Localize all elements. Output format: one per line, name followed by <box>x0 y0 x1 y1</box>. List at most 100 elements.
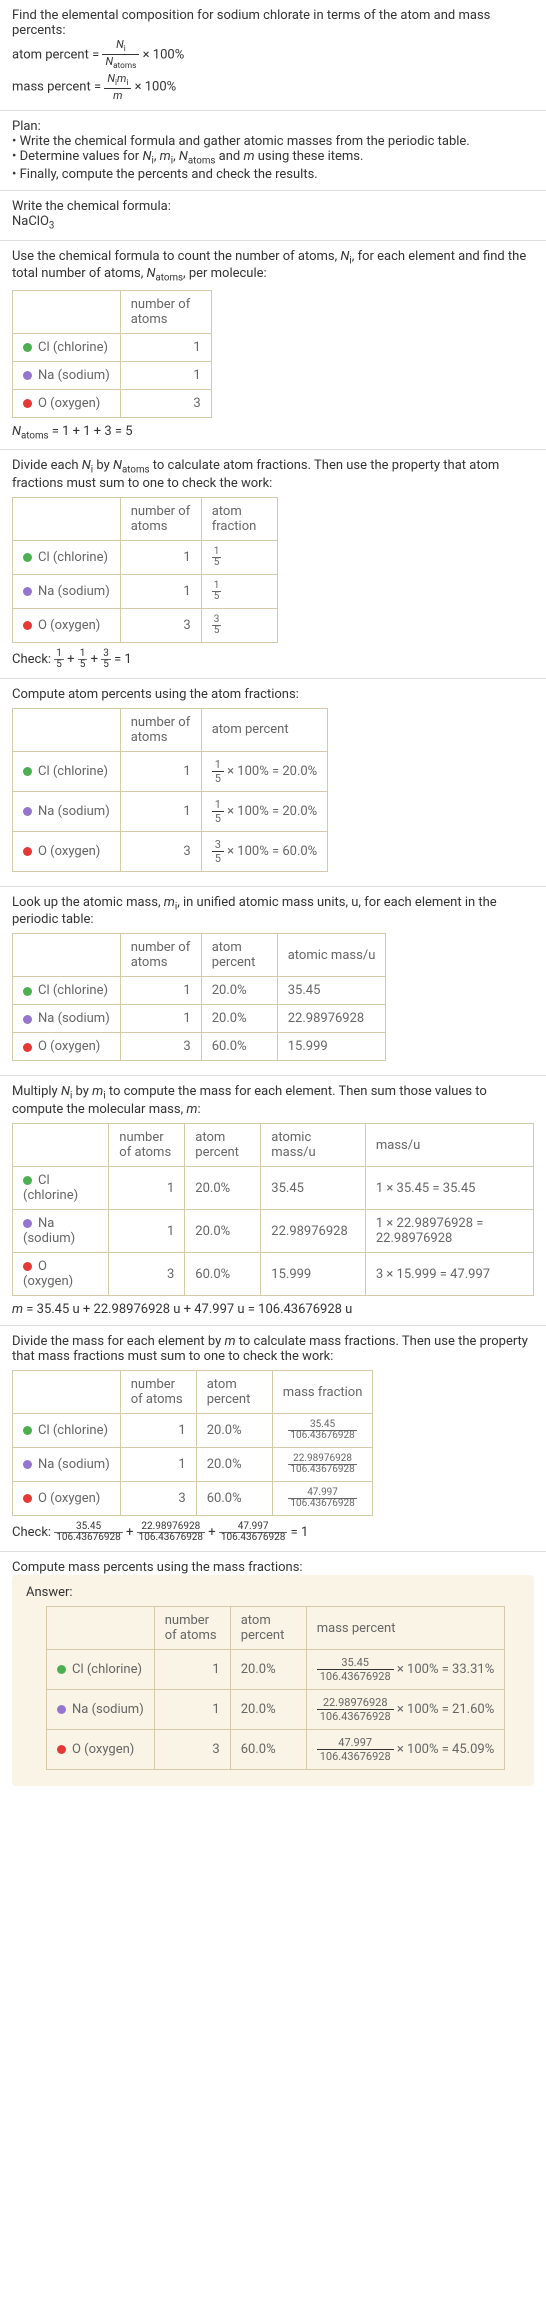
element-label: Na (sodium) <box>38 1457 110 1472</box>
cell: 35.45 <box>277 977 386 1005</box>
cell: 3 <box>120 831 201 871</box>
intro-text: Find the elemental composition for sodiu… <box>12 8 534 38</box>
element-label: O (oxygen) <box>72 1742 134 1757</box>
table-header <box>47 1607 155 1650</box>
element-dot-icon <box>23 399 32 408</box>
atom-percent-formula: atom percent = Ni Natoms × 100% <box>12 38 534 72</box>
table-row: Na (sodium)1 <box>13 361 212 389</box>
element-label: Na (sodium) <box>38 804 110 819</box>
molecular-mass-table: number of atomsatom percentatomic mass/u… <box>12 1123 534 1296</box>
element-label: Cl (chlorine) <box>38 764 108 779</box>
element-label: Na (sodium) <box>72 1702 144 1717</box>
element-label: O (oxygen) <box>38 618 100 633</box>
element-dot-icon <box>23 343 32 352</box>
cell: 15 <box>201 574 277 608</box>
cell: 60.0% <box>201 1033 277 1061</box>
table-header <box>13 708 121 751</box>
table-header: atom percent <box>201 934 277 977</box>
cell: 15 × 100% = 20.0% <box>201 791 327 831</box>
cell: 1 <box>154 1690 230 1730</box>
count-atoms-section: Use the chemical formula to count the nu… <box>0 241 546 451</box>
cell: 1 <box>154 1650 230 1690</box>
answer-box: Answer: number of atomsatom percentmass … <box>12 1575 534 1786</box>
cell: 1 <box>120 1005 201 1033</box>
cell: 22.98976928 <box>261 1210 366 1253</box>
table-row: Cl (chlorine) 1 <box>13 333 212 361</box>
cell: 60.0% <box>230 1730 306 1770</box>
cell: 1 <box>120 751 201 791</box>
count-atoms-title: Use the chemical formula to count the nu… <box>12 249 534 284</box>
plan-section: Plan: • Write the chemical formula and g… <box>0 111 546 191</box>
table-header: number of atoms <box>154 1607 230 1650</box>
cell: 1 <box>120 791 201 831</box>
cell: 1 <box>109 1167 185 1210</box>
table-row: Cl (chlorine)120.0%35.45 <box>13 977 386 1005</box>
table-header: number of atoms <box>120 708 201 751</box>
cell: 15 × 100% = 20.0% <box>201 751 327 791</box>
table-header: atom fraction <box>201 497 277 540</box>
cell: 1 <box>109 1210 185 1253</box>
element-dot-icon <box>23 1426 32 1435</box>
element-label: Cl (chlorine) <box>72 1662 142 1677</box>
atomic-mass-title: Look up the atomic mass, mi, in unified … <box>12 895 534 928</box>
table-row: O (oxygen)335 × 100% = 60.0% <box>13 831 328 871</box>
atom-percent-rhs: × 100% <box>143 47 185 62</box>
table-row: O (oxygen)360.0%47.997106.43676928 <box>13 1482 373 1516</box>
element-label: Na (sodium) <box>38 584 110 599</box>
element-dot-icon <box>23 847 32 856</box>
table-row: O (oxygen)3 <box>13 389 212 417</box>
table-row: Cl (chlorine)120.0%35.45106.43676928 <box>13 1414 373 1448</box>
table-row: Na (sodium) 115 × 100% = 20.0% <box>13 791 328 831</box>
atom-percents-table: number of atomsatom percent Cl (chlorine… <box>12 708 328 872</box>
cell: 22.98976928 <box>277 1005 386 1033</box>
element-dot-icon <box>23 1494 32 1503</box>
cell: 20.0% <box>230 1650 306 1690</box>
atom-percents-section: Compute atom percents using the atom fra… <box>0 679 546 887</box>
cell: 15.999 <box>261 1253 366 1296</box>
cell: 47.997106.43676928 <box>272 1482 373 1516</box>
cell: 22.98976928106.43676928 <box>272 1448 373 1482</box>
element-dot-icon <box>23 767 32 776</box>
atom-fractions-title: Divide each Ni by Natoms to calculate at… <box>12 458 534 491</box>
element-label: Cl (chlorine) <box>38 340 108 355</box>
table-header: number of atoms <box>120 497 201 540</box>
element-dot-icon <box>23 1176 32 1185</box>
table-header <box>13 1371 121 1414</box>
cell: 1 <box>120 1448 196 1482</box>
cell: 1 <box>120 333 211 361</box>
table-header: mass percent <box>306 1607 505 1650</box>
element-label: Na (sodium) <box>38 1011 110 1026</box>
cell: 20.0% <box>185 1167 261 1210</box>
table-header: atomic mass/u <box>277 934 386 977</box>
table-header <box>13 497 121 540</box>
element-dot-icon <box>23 553 32 562</box>
mass-percent-formula: mass percent = Nimi m × 100% <box>12 72 534 102</box>
table-header: number of atoms <box>120 934 201 977</box>
element-dot-icon <box>23 987 32 996</box>
cell: 1 × 35.45 = 35.45 <box>365 1167 533 1210</box>
table-header: atom percent <box>185 1124 261 1167</box>
table-header: mass/u <box>365 1124 533 1167</box>
fraction-icon: Ni Natoms <box>102 38 139 72</box>
element-dot-icon <box>23 621 32 630</box>
mass-percents-table: number of atomsatom percentmass percent … <box>46 1606 505 1770</box>
intro-section: Find the elemental composition for sodiu… <box>0 0 546 111</box>
element-label: Cl (chlorine) <box>38 550 108 565</box>
atom-fractions-table: number of atomsatom fraction Cl (chlorin… <box>12 497 278 643</box>
cell: 3 <box>120 1482 196 1516</box>
check-equation: Check: 15 + 15 + 35 = 1 <box>12 649 534 670</box>
atom-percent-lhs: atom percent = <box>12 47 102 62</box>
check-equation: Check: 35.45106.43676928 + 22.9897692810… <box>12 1522 534 1543</box>
cell: 20.0% <box>196 1414 272 1448</box>
natoms-total: Natoms = 1 + 1 + 3 = 5 <box>12 424 534 442</box>
mass-percent-lhs: mass percent = <box>12 80 104 95</box>
cell: 20.0% <box>201 1005 277 1033</box>
table-row: O (oxygen)360.0%15.999 <box>13 1033 386 1061</box>
table-header <box>13 934 121 977</box>
cell: 35.45106.43676928 × 100% = 33.31% <box>306 1650 505 1690</box>
mass-percents-title: Compute mass percents using the mass fra… <box>12 1560 534 1575</box>
table-row: Na (sodium)115 <box>13 574 278 608</box>
cell: 35.45 <box>261 1167 366 1210</box>
element-dot-icon <box>57 1665 66 1674</box>
cell: 3 × 15.999 = 47.997 <box>365 1253 533 1296</box>
